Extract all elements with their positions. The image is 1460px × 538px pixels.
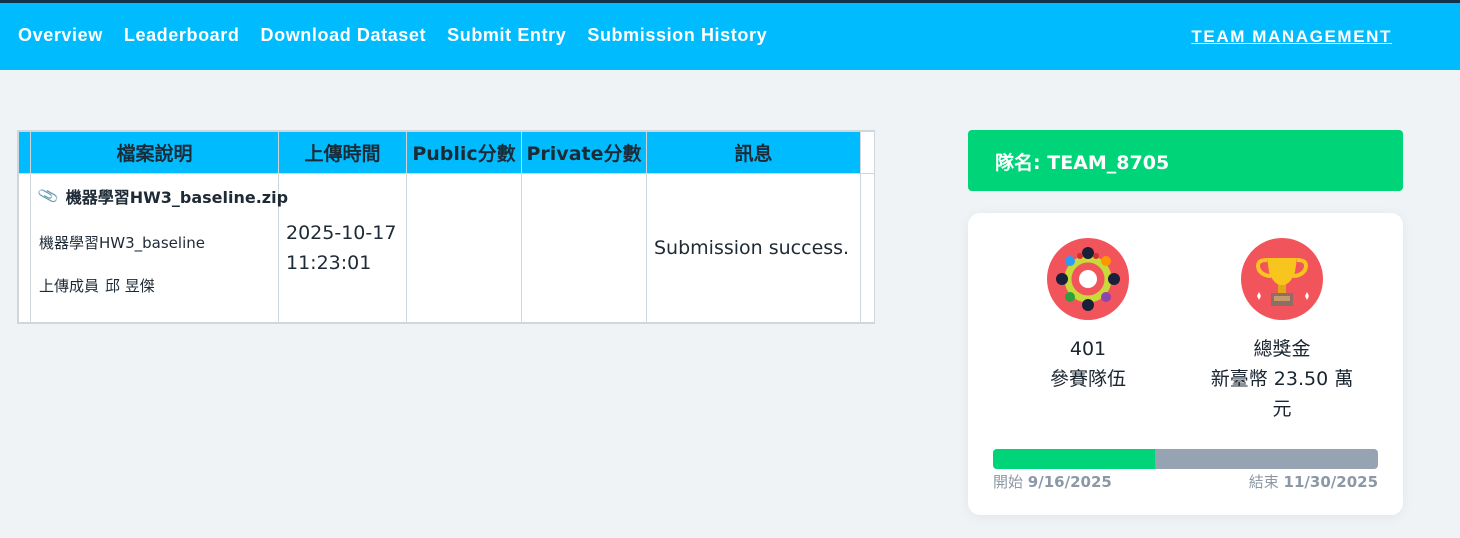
header-edge-right <box>860 131 875 174</box>
teams-count: 401 <box>1069 338 1107 360</box>
progress-fill <box>993 449 1155 469</box>
submission-table: 檔案說明 上傳時間 Public分數 Private分數 訊息 📎 機器學習HW… <box>17 130 875 324</box>
header-public-score: Public分數 <box>406 131 522 174</box>
end-label: 結束 <box>1248 473 1279 491</box>
file-cell: 📎 機器學習HW3_baseline.zip 機器學習HW3_baseline … <box>30 173 288 323</box>
header-message: 訊息 <box>646 131 861 174</box>
file-description: 機器學習HW3_baseline <box>39 234 205 252</box>
competition-stats-card: 401 參賽隊伍 總獎金 新臺幣 23.50 萬 元 開始 9/16/2025 <box>968 213 1403 515</box>
upload-time: 11:23:01 <box>286 252 372 274</box>
row-edge-right <box>860 173 875 323</box>
main-nav: Overview Leaderboard Download Dataset Su… <box>18 25 788 46</box>
nav-download-dataset[interactable]: Download Dataset <box>261 25 427 46</box>
competition-progress-bar <box>993 449 1378 469</box>
uploader-label: 上傳成員 <box>39 277 100 295</box>
prize-value: 新臺幣 23.50 萬 <box>1210 368 1354 390</box>
teams-label: 參賽隊伍 <box>1049 368 1126 390</box>
paperclip-icon: 📎 <box>36 184 61 208</box>
uploader-info: 上傳成員 邱 昱傑 <box>39 275 272 296</box>
nav-submission-history[interactable]: Submission History <box>587 25 767 46</box>
file-link[interactable]: 📎 機器學習HW3_baseline.zip <box>36 184 288 208</box>
upload-time-cell: 2025-10-17 11:23:01 <box>278 173 407 323</box>
table-row: 📎 機器學習HW3_baseline.zip 機器學習HW3_baseline … <box>18 173 875 323</box>
nav-leaderboard[interactable]: Leaderboard <box>124 25 240 46</box>
nav-submit-entry[interactable]: Submit Entry <box>447 25 566 46</box>
header-edge <box>18 131 31 174</box>
private-score-cell <box>521 173 647 323</box>
prize-label: 總獎金 <box>1253 338 1311 360</box>
team-name: TEAM_8705 <box>1047 152 1170 174</box>
prize-value-unit: 元 <box>1272 398 1292 420</box>
teamwork-icon <box>1047 238 1129 320</box>
public-score-cell <box>406 173 522 323</box>
uploader-name: 邱 昱傑 <box>105 277 155 295</box>
teams-stat: 401 參賽隊伍 <box>1028 238 1148 394</box>
upload-date: 2025-10-17 <box>286 222 397 244</box>
team-name-card: 隊名: TEAM_8705 <box>968 130 1403 191</box>
trophy-icon <box>1241 238 1323 320</box>
header-private-score: Private分數 <box>521 131 647 174</box>
file-name[interactable]: 機器學習HW3_baseline.zip <box>66 184 288 208</box>
nav-team-management[interactable]: TEAM MANAGEMENT <box>1191 27 1392 47</box>
message-cell: Submission success. <box>646 173 861 323</box>
start-date-value: 9/16/2025 <box>1027 473 1112 491</box>
header-upload-time: 上傳時間 <box>278 131 407 174</box>
team-label: 隊名: <box>995 152 1041 174</box>
prize-stat: 總獎金 新臺幣 23.50 萬 元 <box>1198 238 1366 424</box>
header-file-description: 檔案說明 <box>30 131 279 174</box>
table-header-row: 檔案說明 上傳時間 Public分數 Private分數 訊息 <box>18 131 875 174</box>
end-date: 結束 11/30/2025 <box>1249 471 1378 492</box>
top-navigation-bar: Overview Leaderboard Download Dataset Su… <box>0 0 1460 70</box>
start-date: 開始 9/16/2025 <box>993 471 1112 492</box>
start-label: 開始 <box>993 473 1024 491</box>
end-date-value: 11/30/2025 <box>1283 473 1378 491</box>
nav-overview[interactable]: Overview <box>18 25 103 46</box>
row-edge <box>18 173 31 323</box>
